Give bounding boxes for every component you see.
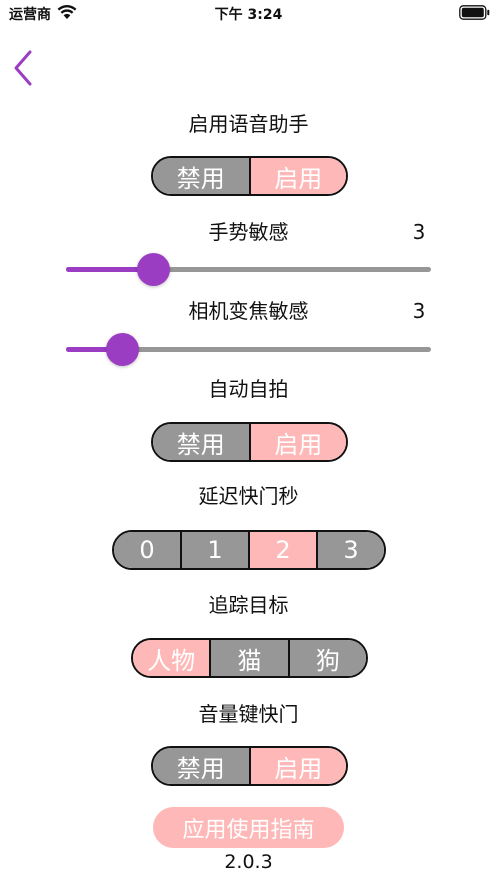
segment-option[interactable]: 禁用 bbox=[153, 424, 249, 460]
chevron-left-icon bbox=[14, 50, 32, 86]
shutter-delay-label: 延迟快门秒 bbox=[198, 484, 299, 508]
segment-option[interactable]: 启用 bbox=[248, 424, 346, 460]
gesture-sensitivity-slider[interactable] bbox=[66, 251, 431, 287]
volume-key-shutter-toggle[interactable]: 禁用 启用 bbox=[151, 746, 348, 786]
status-time: 下午 3:24 bbox=[214, 7, 283, 23]
tracking-target-selector[interactable]: 人物猫狗 bbox=[131, 638, 368, 678]
battery-icon bbox=[459, 5, 490, 20]
camera-zoom-sensitivity-value: 3 bbox=[412, 299, 426, 323]
shutter-delay-selector[interactable]: 0123 bbox=[112, 530, 386, 570]
voice-assistant-toggle[interactable]: 禁用 启用 bbox=[151, 156, 348, 196]
voice-assistant-label: 启用语音助手 bbox=[188, 112, 309, 136]
segment-option[interactable]: 1 bbox=[180, 532, 248, 568]
app-version: 2.0.3 bbox=[224, 851, 273, 873]
camera-zoom-sensitivity-slider[interactable] bbox=[66, 331, 431, 367]
segment-option[interactable]: 启用 bbox=[248, 158, 346, 194]
segment-option[interactable]: 猫 bbox=[209, 640, 288, 676]
app-guide-button[interactable]: 应用使用指南 bbox=[153, 807, 344, 848]
segment-option[interactable]: 狗 bbox=[287, 640, 366, 676]
slider-thumb[interactable] bbox=[137, 253, 171, 286]
status-bar: 运营商 下午 3:24 bbox=[0, 0, 497, 26]
segment-option[interactable]: 启用 bbox=[248, 748, 346, 784]
segment-option[interactable]: 2 bbox=[248, 532, 316, 568]
volume-key-shutter-label: 音量键快门 bbox=[198, 702, 299, 726]
tracking-target-label: 追踪目标 bbox=[208, 593, 289, 617]
back-button[interactable] bbox=[6, 48, 42, 88]
segment-option[interactable]: 0 bbox=[114, 532, 180, 568]
segment-option[interactable]: 3 bbox=[316, 532, 384, 568]
auto-selfie-toggle[interactable]: 禁用 启用 bbox=[151, 422, 348, 462]
segment-option[interactable]: 禁用 bbox=[153, 748, 249, 784]
slider-thumb[interactable] bbox=[106, 333, 140, 366]
segment-option[interactable]: 禁用 bbox=[153, 158, 249, 194]
gesture-sensitivity-value: 3 bbox=[412, 220, 426, 244]
auto-selfie-label: 自动自拍 bbox=[208, 377, 289, 401]
segment-option[interactable]: 人物 bbox=[133, 640, 210, 676]
